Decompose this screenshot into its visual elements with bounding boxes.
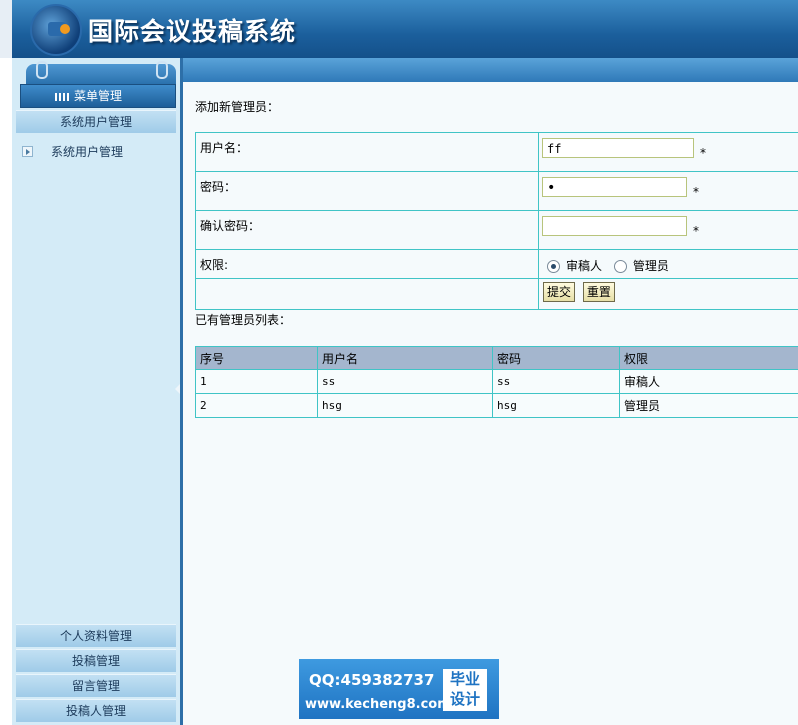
role-label: 权限: xyxy=(195,249,539,279)
sidebar-section-messages[interactable]: 留言管理 xyxy=(16,674,176,697)
col-header-role: 权限 xyxy=(619,346,798,370)
table-row: 1 ss ss 审稿人 xyxy=(195,369,798,394)
password-label: 密码： xyxy=(195,171,539,211)
header-edge xyxy=(0,0,12,58)
table-row: 2 hsg hsg 管理员 xyxy=(195,393,798,418)
content-top-bar xyxy=(182,58,798,82)
table-header-row: 序号 用户名 密码 权限 xyxy=(195,346,798,370)
admin-table: 序号 用户名 密码 权限 1 ss ss 审稿人 2 hsg hsg 管理员 xyxy=(195,346,798,418)
cell-username: ss xyxy=(317,369,493,394)
confirm-password-label: 确认密码： xyxy=(195,210,539,250)
empty-cell xyxy=(195,278,539,310)
cell-index: 1 xyxy=(195,369,318,394)
watermark-badge-line1: 毕业 xyxy=(449,670,480,688)
required-mark: * xyxy=(693,224,699,238)
col-header-password: 密码 xyxy=(492,346,620,370)
logo-mark xyxy=(48,22,70,36)
cell-username: hsg xyxy=(317,393,493,418)
main-content: 添加新管理员： 用户名： ff * 密码： • * 确认密码： * 权限: 审稿人 … xyxy=(183,82,798,725)
watermark-badge-line2: 设计 xyxy=(449,690,480,708)
app-title: 国际会议投稿系统 xyxy=(88,17,297,46)
sidebar-section-system-users[interactable]: 系统用户管理 xyxy=(16,110,176,133)
ring-icon xyxy=(36,61,48,79)
logo-icon xyxy=(30,4,82,56)
confirm-password-input[interactable] xyxy=(542,216,687,236)
cell-role: 管理员 xyxy=(619,393,798,418)
arrow-right-icon xyxy=(22,146,33,157)
required-mark: * xyxy=(700,146,706,160)
radio-admin[interactable] xyxy=(613,260,627,273)
sidebar-item-label: 系统用户管理 xyxy=(51,145,124,159)
ring-icon xyxy=(156,61,168,79)
sidebar: 菜单管理 系统用户管理 系统用户管理 个人资料管理 投稿管理 留言管理 投稿人管… xyxy=(12,58,183,725)
add-admin-form: 用户名： ff * 密码： • * 确认密码： * 权限: 审稿人 管理员 提交… xyxy=(195,132,798,310)
radio-admin-label[interactable]: 管理员 xyxy=(633,259,669,273)
cell-role: 审稿人 xyxy=(619,369,798,394)
add-admin-heading: 添加新管理员： xyxy=(195,100,280,114)
watermark-qq: QQ:459382737 xyxy=(309,671,435,689)
sidebar-section-profile[interactable]: 个人资料管理 xyxy=(16,624,176,647)
radio-reviewer[interactable] xyxy=(547,260,560,273)
username-input[interactable]: ff xyxy=(542,138,694,158)
username-label: 用户名： xyxy=(195,132,539,172)
submit-button[interactable]: 提交 xyxy=(543,282,576,302)
sidebar-section-submissions[interactable]: 投稿管理 xyxy=(16,649,176,672)
password-input[interactable]: • xyxy=(542,177,687,197)
col-header-username: 用户名 xyxy=(317,346,493,370)
required-mark: * xyxy=(693,185,699,199)
menu-manage-button[interactable]: 菜单管理 xyxy=(20,84,176,108)
admin-list-heading: 已有管理员列表： xyxy=(195,313,292,327)
radio-reviewer-label[interactable]: 审稿人 xyxy=(566,259,602,273)
menu-manage-label: 菜单管理 xyxy=(73,89,122,103)
watermark-banner: QQ:459382737 www.kecheng8.com 毕业 设计 xyxy=(299,659,499,719)
grid-icon xyxy=(55,93,71,101)
sidebar-item-system-users[interactable]: 系统用户管理 xyxy=(22,143,123,160)
col-header-index: 序号 xyxy=(195,346,318,370)
cell-password: hsg xyxy=(492,393,620,418)
watermark-badge: 毕业 设计 xyxy=(443,669,487,711)
app-header: 国际会议投稿系统 xyxy=(0,0,798,58)
sidebar-section-authors[interactable]: 投稿人管理 xyxy=(16,699,176,722)
reset-button[interactable]: 重置 xyxy=(582,282,615,302)
collapse-sidebar-icon[interactable] xyxy=(175,384,180,394)
watermark-url: www.kecheng8.com xyxy=(305,697,451,712)
cell-password: ss xyxy=(492,369,620,394)
cell-index: 2 xyxy=(195,393,318,418)
